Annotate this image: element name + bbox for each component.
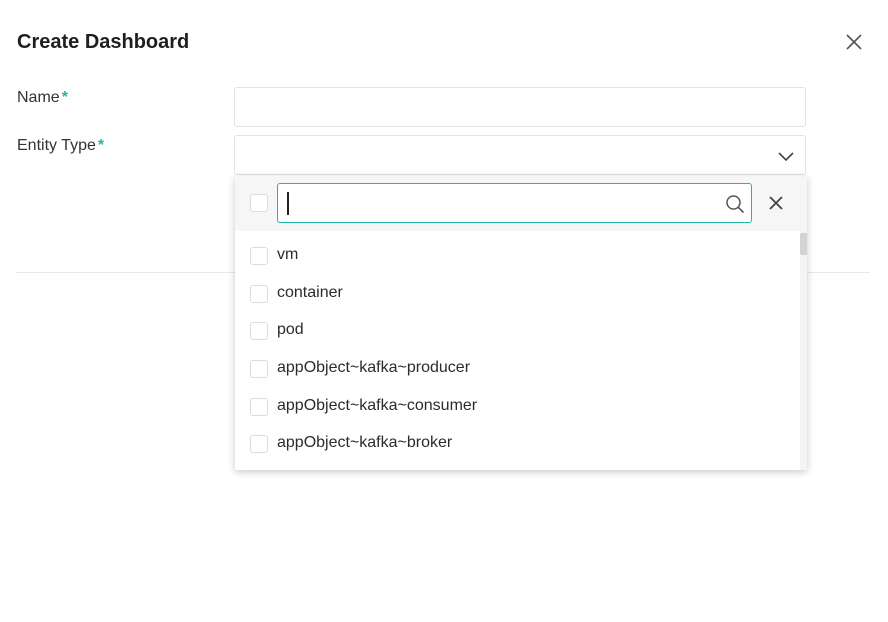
entity-type-label-text: Entity Type	[17, 137, 96, 154]
item-checkbox[interactable]	[250, 360, 268, 378]
item-checkbox[interactable]	[250, 247, 268, 265]
name-label-text: Name	[17, 89, 60, 106]
chevron-down-icon	[778, 152, 794, 162]
entity-type-select[interactable]	[234, 135, 806, 175]
dropdown-header	[235, 176, 807, 231]
item-label: appObject~kafka~broker	[277, 434, 453, 451]
scrollbar-thumb[interactable]	[800, 233, 807, 255]
dropdown-search-input[interactable]	[284, 190, 714, 216]
item-label: vm	[277, 246, 299, 263]
dialog-title: Create Dashboard	[17, 31, 190, 53]
list-item[interactable]: vm	[235, 238, 800, 276]
close-icon	[846, 34, 862, 50]
dropdown-scrollbar[interactable]	[800, 231, 807, 470]
list-item[interactable]: container	[235, 276, 800, 314]
list-item[interactable]: pod	[235, 313, 800, 351]
clear-search-button[interactable]	[766, 193, 786, 213]
entity-type-dropdown: vm container pod appObject~kafka~produce…	[235, 176, 807, 470]
name-label: Name *	[17, 89, 68, 107]
list-item[interactable]: appObject~kafka~broker	[235, 426, 800, 464]
entity-type-label: Entity Type *	[17, 137, 104, 155]
item-label: appObject~kafka~producer	[277, 359, 471, 376]
item-label: appObject~kafka~consumer	[277, 397, 478, 414]
close-dialog-button[interactable]	[844, 32, 864, 52]
list-item[interactable]: appObject~kafka~producer	[235, 351, 800, 389]
required-marker: *	[61, 89, 68, 106]
name-input[interactable]	[234, 87, 806, 127]
search-icon	[726, 195, 745, 214]
item-checkbox[interactable]	[250, 285, 268, 303]
item-label: pod	[277, 321, 304, 338]
list-item[interactable]: appObject~kafka~consumer	[235, 389, 800, 427]
item-label: container	[277, 284, 343, 301]
dropdown-search-box[interactable]	[277, 183, 752, 223]
select-all-checkbox[interactable]	[250, 194, 268, 212]
item-checkbox[interactable]	[250, 322, 268, 340]
item-checkbox[interactable]	[250, 435, 268, 453]
entity-type-list: vm container pod appObject~kafka~produce…	[235, 231, 807, 470]
close-icon	[769, 196, 783, 210]
required-marker: *	[97, 137, 105, 154]
item-checkbox[interactable]	[250, 398, 268, 416]
